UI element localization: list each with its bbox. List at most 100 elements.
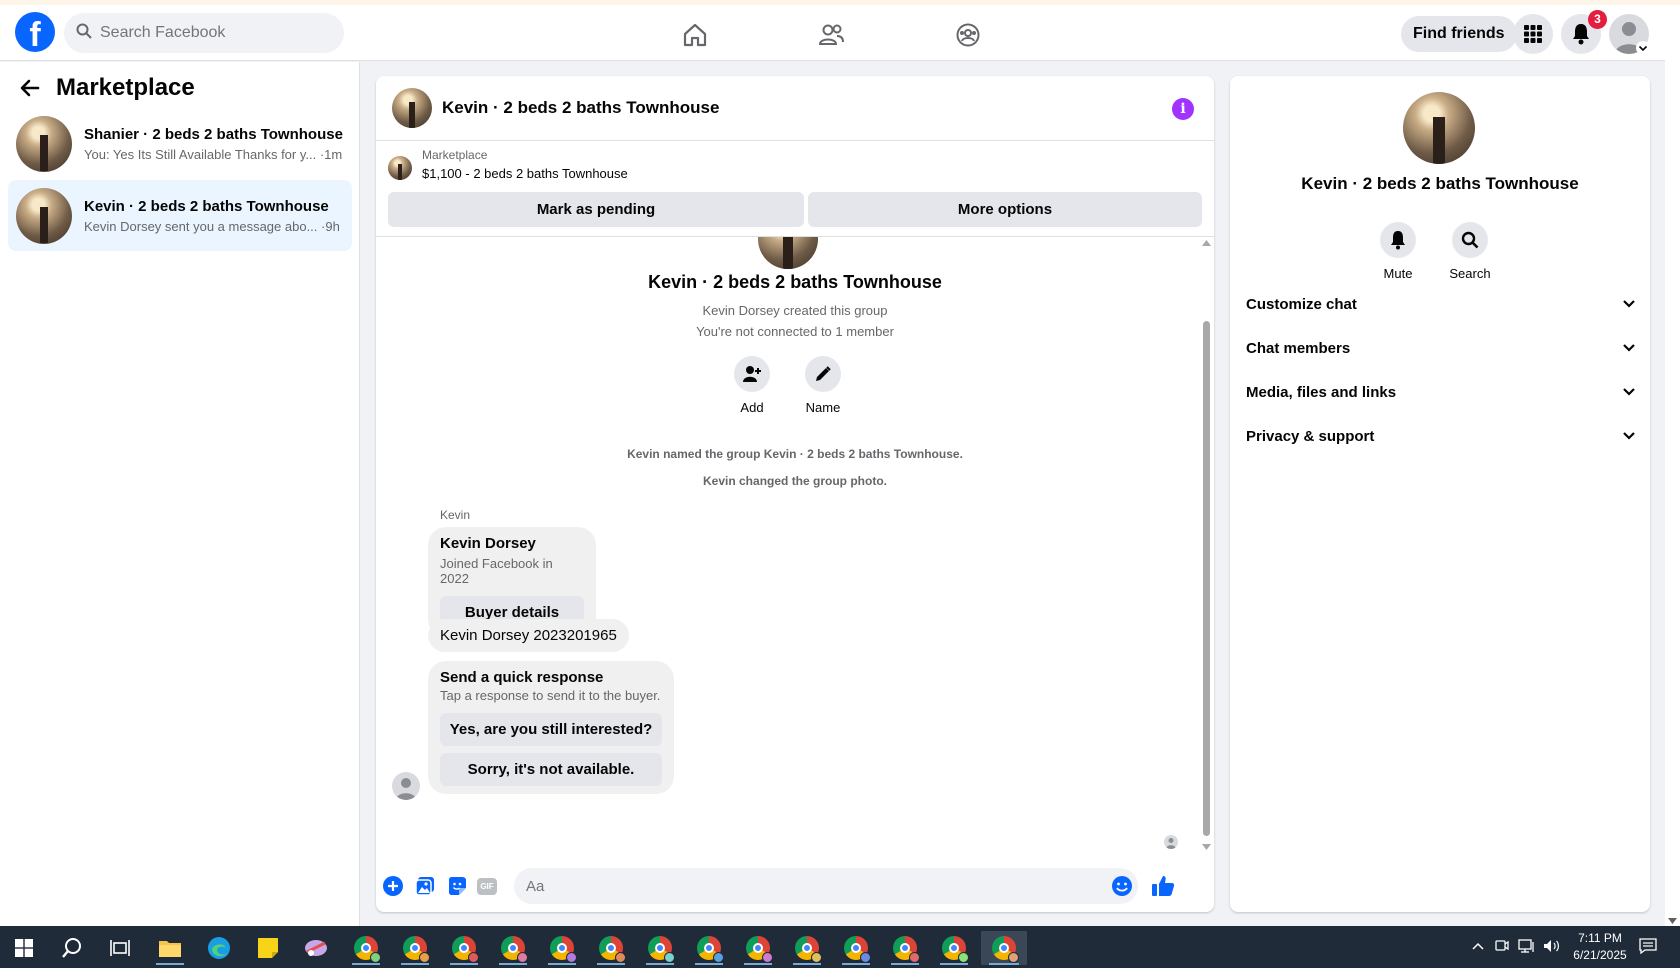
find-friends-button[interactable]: Find friends — [1401, 16, 1517, 52]
file-explorer-icon[interactable] — [148, 931, 192, 965]
sticker-icon[interactable] — [446, 875, 468, 897]
bell-icon — [1391, 231, 1405, 250]
details-avatar[interactable] — [1403, 92, 1475, 164]
plus-icon[interactable] — [382, 875, 404, 897]
mark-as-pending-button[interactable]: Mark as pending — [388, 192, 804, 227]
sender-avatar[interactable] — [392, 772, 420, 800]
chat-avatar[interactable] — [392, 88, 432, 128]
name-label: Name — [805, 400, 841, 415]
media-files-links-section[interactable]: Media, files and links — [1246, 370, 1636, 414]
profile-icon — [396, 778, 416, 800]
quick-response-option[interactable]: Yes, are you still interested? — [440, 713, 662, 746]
info-icon[interactable]: i — [1172, 98, 1194, 120]
page-scrollbar[interactable] — [1665, 5, 1680, 926]
photo-icon[interactable] — [414, 875, 436, 897]
grid-icon — [1524, 25, 1542, 43]
groups-icon[interactable] — [948, 15, 988, 55]
home-icon[interactable] — [675, 15, 715, 55]
add-member-button[interactable]: Add — [722, 356, 782, 415]
sidebar-title: Marketplace — [56, 74, 195, 101]
conversation-item-active[interactable]: Kevin · 2 beds 2 baths Townhouse Kevin D… — [8, 180, 352, 251]
listing-thumbnail — [388, 156, 412, 180]
message-input-box[interactable] — [514, 868, 1138, 904]
scroll-down-icon[interactable] — [1668, 918, 1677, 924]
chat-title[interactable]: Kevin · 2 beds 2 baths Townhouse — [442, 98, 719, 118]
section-label: Media, files and links — [1246, 383, 1397, 401]
section-label: Chat members — [1246, 339, 1351, 357]
meet-now-icon[interactable] — [1495, 938, 1509, 954]
chrome-window-icon[interactable] — [344, 931, 388, 965]
group-photo — [758, 237, 818, 269]
message-input[interactable] — [526, 877, 1086, 895]
tray-chevron-up-icon[interactable] — [1472, 942, 1484, 950]
sticky-notes-icon[interactable] — [246, 931, 290, 965]
chrome-window-icon[interactable] — [638, 931, 682, 965]
section-label: Privacy & support — [1246, 427, 1375, 445]
notification-badge: 3 — [1588, 10, 1607, 29]
search-chat-button[interactable]: Search — [1440, 222, 1500, 281]
search-icon — [1461, 231, 1479, 249]
facebook-top-bar: f Find friends 3 — [0, 5, 1665, 61]
chrome-window-icon[interactable] — [785, 931, 829, 965]
network-icon[interactable] — [1518, 938, 1536, 954]
conversation-title: Shanier · 2 beds 2 baths Townhouse — [84, 125, 343, 143]
chrome-window-icon[interactable] — [932, 931, 976, 965]
scroll-down-icon[interactable] — [1202, 844, 1211, 850]
chrome-window-icon-active[interactable] — [981, 931, 1027, 965]
chrome-window-icon[interactable] — [687, 931, 731, 965]
taskbar-search-icon[interactable] — [50, 931, 94, 965]
add-label: Add — [740, 400, 764, 415]
search-input[interactable] — [100, 24, 320, 42]
search-icon — [76, 23, 92, 44]
message-composer: GIF — [376, 862, 1214, 912]
quick-response-option[interactable]: Sorry, it's not available. — [440, 753, 662, 786]
gif-icon[interactable]: GIF — [476, 875, 498, 897]
scroll-up-icon[interactable] — [1202, 240, 1211, 246]
clock-date[interactable]: 6/21/2025 — [1565, 948, 1635, 962]
quick-response-subtitle: Tap a response to send it to the buyer. — [440, 688, 661, 703]
conversation-item[interactable]: Shanier · 2 beds 2 baths Townhouse You: … — [8, 108, 352, 179]
chat-panel: Kevin · 2 beds 2 baths Townhouse i Marke… — [376, 76, 1214, 912]
chrome-window-icon[interactable] — [491, 931, 535, 965]
volume-icon[interactable] — [1543, 938, 1561, 954]
listing-label: Marketplace — [422, 148, 488, 162]
details-name: Kevin · 2 beds 2 baths Townhouse — [1301, 174, 1579, 193]
chrome-window-icon[interactable] — [589, 931, 633, 965]
listing-summary[interactable]: Marketplace $1,100 - 2 beds 2 baths Town… — [388, 148, 628, 181]
clock-time[interactable]: 7:11 PM — [1565, 931, 1635, 945]
thread-scroll-thumb[interactable] — [1203, 321, 1210, 836]
system-message: Kevin changed the group photo. — [703, 474, 887, 488]
mute-button[interactable]: Mute — [1368, 222, 1428, 281]
windows-start-icon[interactable] — [2, 931, 46, 965]
edge-browser-icon[interactable] — [197, 931, 241, 965]
privacy-support-section[interactable]: Privacy & support — [1246, 414, 1636, 458]
message-bubble[interactable]: Kevin Dorsey 2023201965 — [428, 619, 629, 652]
account-chevron-icon[interactable] — [1636, 41, 1650, 55]
chrome-window-icon[interactable] — [834, 931, 878, 965]
chrome-window-icon[interactable] — [442, 931, 486, 965]
chrome-window-icon[interactable] — [540, 931, 584, 965]
snipping-tool-icon[interactable] — [294, 931, 338, 965]
buyer-name: Kevin Dorsey — [440, 535, 536, 552]
back-arrow-icon[interactable] — [20, 78, 40, 98]
chrome-window-icon[interactable] — [883, 931, 927, 965]
friends-icon[interactable] — [811, 15, 851, 55]
menu-grid-button[interactable] — [1513, 14, 1553, 54]
chrome-window-icon[interactable] — [393, 931, 437, 965]
chat-members-section[interactable]: Chat members — [1246, 326, 1636, 370]
like-icon[interactable] — [1150, 875, 1176, 897]
notification-center-icon[interactable] — [1639, 937, 1657, 955]
profile-icon — [1166, 838, 1176, 849]
mute-label: Mute — [1383, 266, 1413, 281]
task-view-icon[interactable] — [98, 931, 142, 965]
notifications-button[interactable]: 3 — [1561, 10, 1607, 54]
more-options-button[interactable]: More options — [808, 192, 1202, 227]
chevron-down-icon — [1623, 388, 1635, 396]
emoji-icon[interactable] — [1110, 874, 1134, 903]
buyer-joined: Joined Facebook in 2022 — [440, 556, 553, 586]
customize-chat-section[interactable]: Customize chat — [1246, 282, 1636, 326]
facebook-logo[interactable]: f — [15, 12, 55, 52]
chrome-window-icon[interactable] — [736, 931, 780, 965]
search-box[interactable] — [64, 13, 344, 53]
rename-group-button[interactable]: Name — [793, 356, 853, 415]
